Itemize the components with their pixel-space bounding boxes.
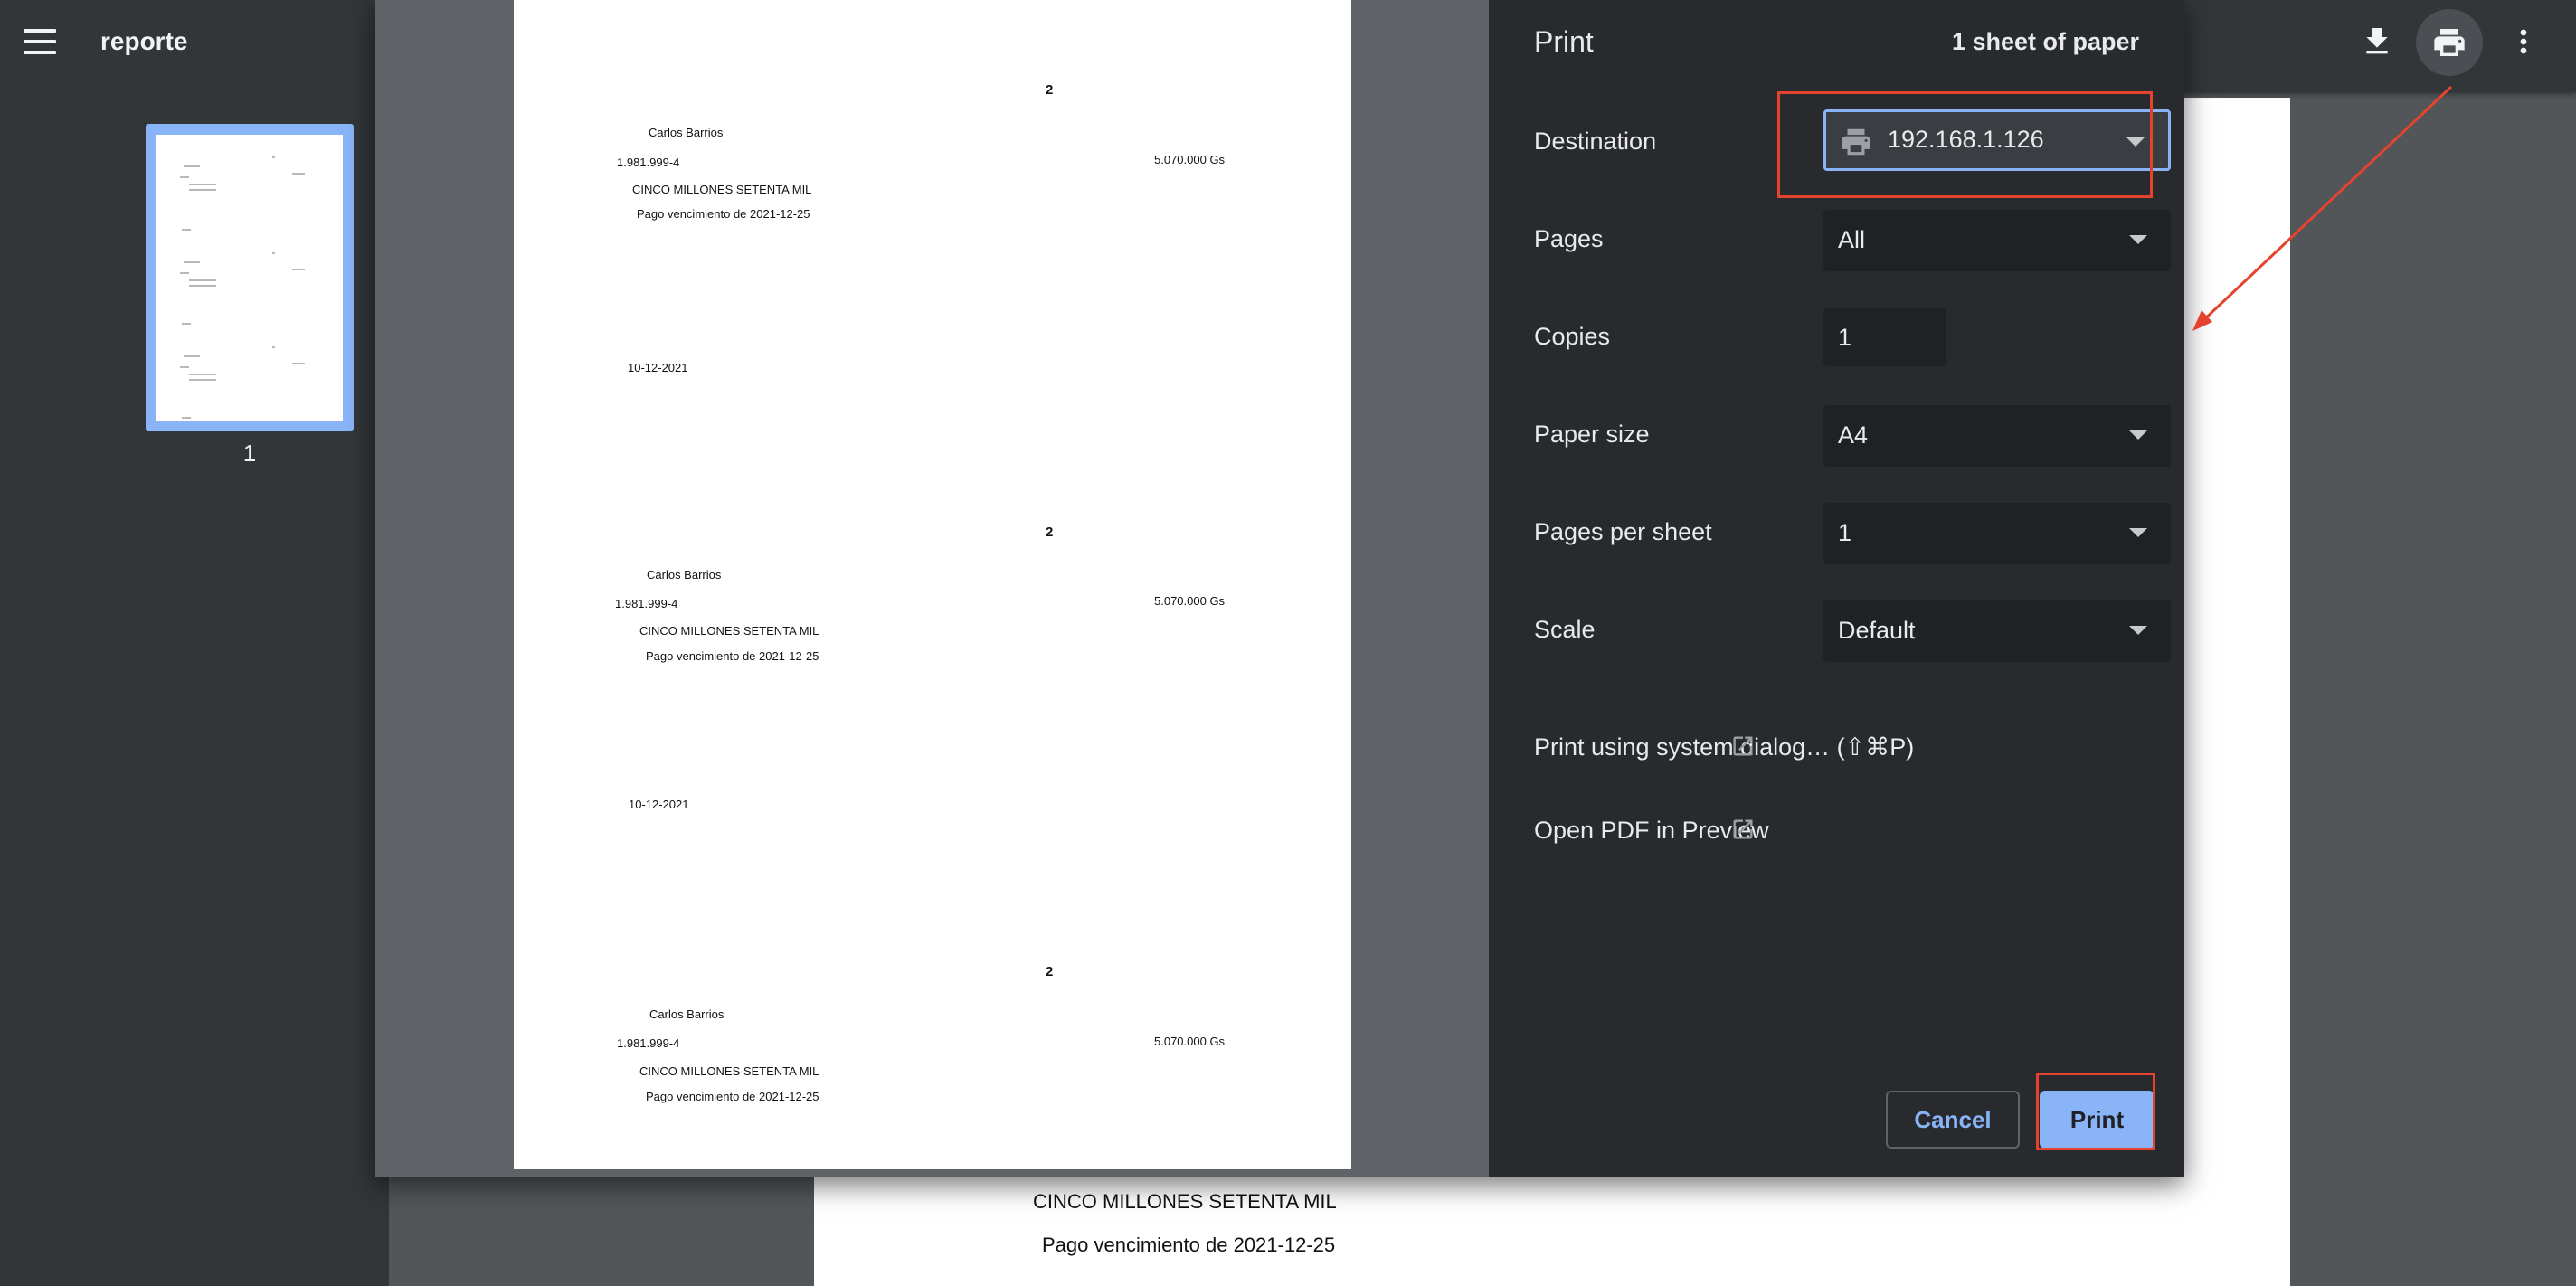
annotation-arrow [2192, 85, 2453, 331]
